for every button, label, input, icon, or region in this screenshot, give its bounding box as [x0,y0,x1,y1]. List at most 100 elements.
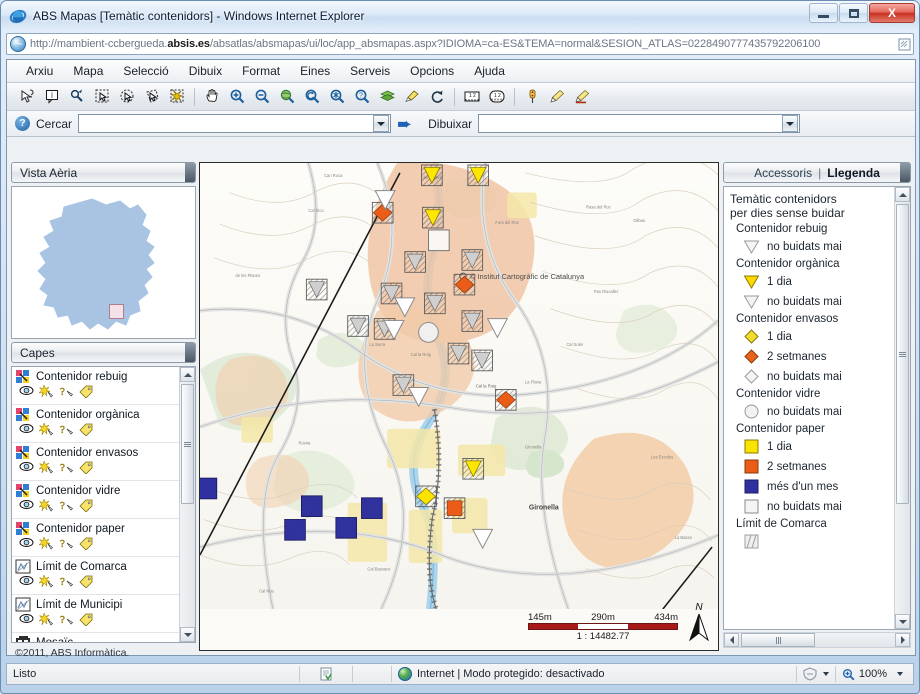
zoom-full-extent-icon[interactable] [275,85,299,109]
list-item[interactable]: Mosaïc [12,633,179,642]
layers-scroll-up-button[interactable] [180,367,195,382]
overview-panel-header[interactable]: Vista Aèria [11,162,196,183]
legend-scroll-left-button[interactable] [724,633,739,647]
menu-format[interactable]: Format [233,61,289,81]
visibility-eye-icon[interactable] [19,537,34,548]
label-tag-icon[interactable] [79,385,94,398]
menu-seleccio[interactable]: Selecció [114,61,177,81]
measure-distance-icon[interactable]: 1 2 [460,85,484,109]
visibility-eye-icon[interactable] [19,499,34,510]
menu-arxiu[interactable]: Arxiu [17,61,62,81]
maximize-button[interactable] [839,3,868,23]
menu-ajuda[interactable]: Ajuda [465,61,514,81]
measure-area-icon[interactable]: 1 2 [485,85,509,109]
zoom-cell[interactable]: 100% [836,664,913,684]
list-item[interactable]: Contenidor envasos ? [12,443,179,481]
visibility-eye-icon[interactable] [19,385,34,396]
draw-dropdown-arrow[interactable] [782,115,799,132]
visibility-eye-icon[interactable] [19,575,34,586]
legend-horizontal-scrollbar[interactable] [723,632,911,648]
identify-tool-icon[interactable] [15,85,39,109]
layers-icon[interactable] [375,85,399,109]
select-pointer-icon[interactable] [65,85,89,109]
zoom-query-icon[interactable]: ? [350,85,374,109]
map-canvas[interactable]: Can Rocadel Pastell de les PlanesFont de… [200,163,718,610]
label-tag-icon[interactable] [79,423,94,436]
label-tag-icon[interactable] [79,461,94,474]
zoom-selection-icon[interactable] [325,85,349,109]
layers-scroll-down-button[interactable] [180,627,195,642]
menu-eines[interactable]: Eines [291,61,339,81]
zoom-in-icon[interactable] [225,85,249,109]
menu-mapa[interactable]: Mapa [64,61,112,81]
search-dropdown-arrow[interactable] [373,115,390,132]
privacy-dropdown-arrow[interactable] [822,672,829,676]
page-icon-cell[interactable] [300,664,352,684]
info-tool-icon[interactable]: i [40,85,64,109]
list-item[interactable]: Contenidor rebuig ? [12,367,179,405]
search-input[interactable] [78,114,392,133]
draw-input[interactable] [478,114,801,133]
query-question-icon[interactable]: ? [59,385,74,398]
list-item[interactable]: Contenidor orgànica ? [12,405,179,443]
query-question-icon[interactable]: ? [59,499,74,512]
clear-selection-icon[interactable] [165,85,189,109]
security-zone-cell[interactable]: Internet | Modo protegido: desactivado [392,664,796,684]
draw-tool-icon[interactable] [545,85,569,109]
traffic-light-icon[interactable] [520,85,544,109]
aerial-overview-map[interactable] [11,186,196,339]
refresh-icon[interactable] [425,85,449,109]
arrow-right-icon[interactable]: ➨ [397,115,412,133]
legend-hscroll-thumb[interactable] [741,633,815,647]
minimize-button[interactable] [809,3,838,23]
select-polygon-icon[interactable] [140,85,164,109]
pan-hand-icon[interactable] [200,85,224,109]
query-question-icon[interactable]: ? [59,537,74,550]
address-input[interactable]: http://mambient-ccbergueda.absis.es/absa… [6,33,914,55]
legend-scrollbar[interactable] [894,187,910,629]
layers-scrollbar[interactable] [179,367,195,642]
menu-serveis[interactable]: Serveis [341,61,399,81]
visibility-eye-icon[interactable] [19,461,34,472]
visibility-eye-icon[interactable] [19,423,34,434]
query-question-icon[interactable]: ? [59,423,74,436]
highlight-star-icon[interactable] [39,423,54,436]
label-tag-icon[interactable] [79,575,94,588]
query-question-icon[interactable]: ? [59,613,74,626]
tab-llegenda[interactable]: Llegenda [827,166,880,180]
query-question-icon[interactable]: ? [59,461,74,474]
list-item[interactable]: Contenidor vidre ? [12,481,179,519]
legend-scroll-thumb[interactable] [896,204,909,504]
legend-scroll-up-button[interactable] [895,187,910,202]
layers-panel-header[interactable]: Capes [11,342,196,363]
list-item[interactable]: Contenidor paper ? [12,519,179,557]
label-tag-icon[interactable] [79,613,94,626]
select-circle-icon[interactable] [115,85,139,109]
erase-draw-icon[interactable] [570,85,594,109]
highlight-star-icon[interactable] [39,461,54,474]
legend-scroll-right-button[interactable] [895,633,910,647]
query-question-icon[interactable]: ? [59,575,74,588]
highlight-star-icon[interactable] [39,537,54,550]
label-tag-icon[interactable] [79,499,94,512]
paintbrush-icon[interactable] [400,85,424,109]
feed-icon[interactable] [895,34,913,54]
highlight-star-icon[interactable] [39,613,54,626]
list-item[interactable]: Límit de Municipi ? [12,595,179,633]
highlight-star-icon[interactable] [39,385,54,398]
map-viewport[interactable]: Can Rocadel Pastell de les PlanesFont de… [199,162,719,651]
legend-scroll-down-button[interactable] [895,614,910,629]
zoom-previous-icon[interactable] [300,85,324,109]
layers-scroll-thumb[interactable] [181,384,194,504]
select-rectangle-icon[interactable] [90,85,114,109]
highlight-star-icon[interactable] [39,575,54,588]
overview-extent-box[interactable] [109,304,124,319]
privacy-cell[interactable] [797,664,835,684]
label-tag-icon[interactable] [79,537,94,550]
visibility-eye-icon[interactable] [19,613,34,624]
tab-accessoris[interactable]: Accessoris [754,166,812,180]
menu-opcions[interactable]: Opcions [401,61,463,81]
help-icon[interactable]: ? [15,116,30,131]
highlight-star-icon[interactable] [39,499,54,512]
zoom-out-icon[interactable] [250,85,274,109]
